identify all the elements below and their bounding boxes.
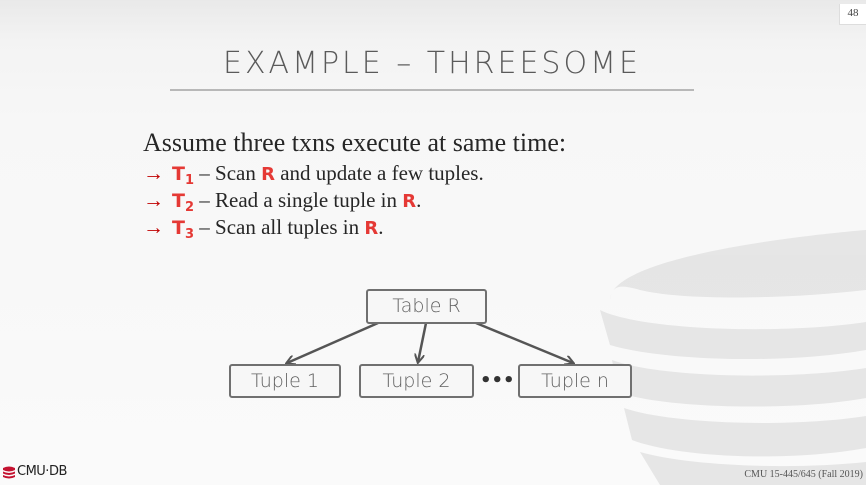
connector-arrow (287, 321, 379, 363)
connector-arrow (418, 322, 428, 362)
ellipsis: ••• (480, 370, 515, 391)
cmu-db-logo: CMU·DB (2, 464, 67, 479)
database-logo-icon (3, 466, 15, 478)
tuple-node: Tuple 2 (359, 364, 474, 398)
tuple-node: Tuple n (518, 364, 632, 398)
connector-arrow (475, 321, 573, 363)
hierarchy-connectors (0, 321, 866, 485)
tuple-node: Tuple 1 (229, 364, 341, 398)
logo-text: CMU·DB (17, 464, 67, 479)
table-r-node: Table R (366, 289, 487, 324)
course-footer: CMU 15-445/645 (Fall 2019) (744, 469, 863, 480)
